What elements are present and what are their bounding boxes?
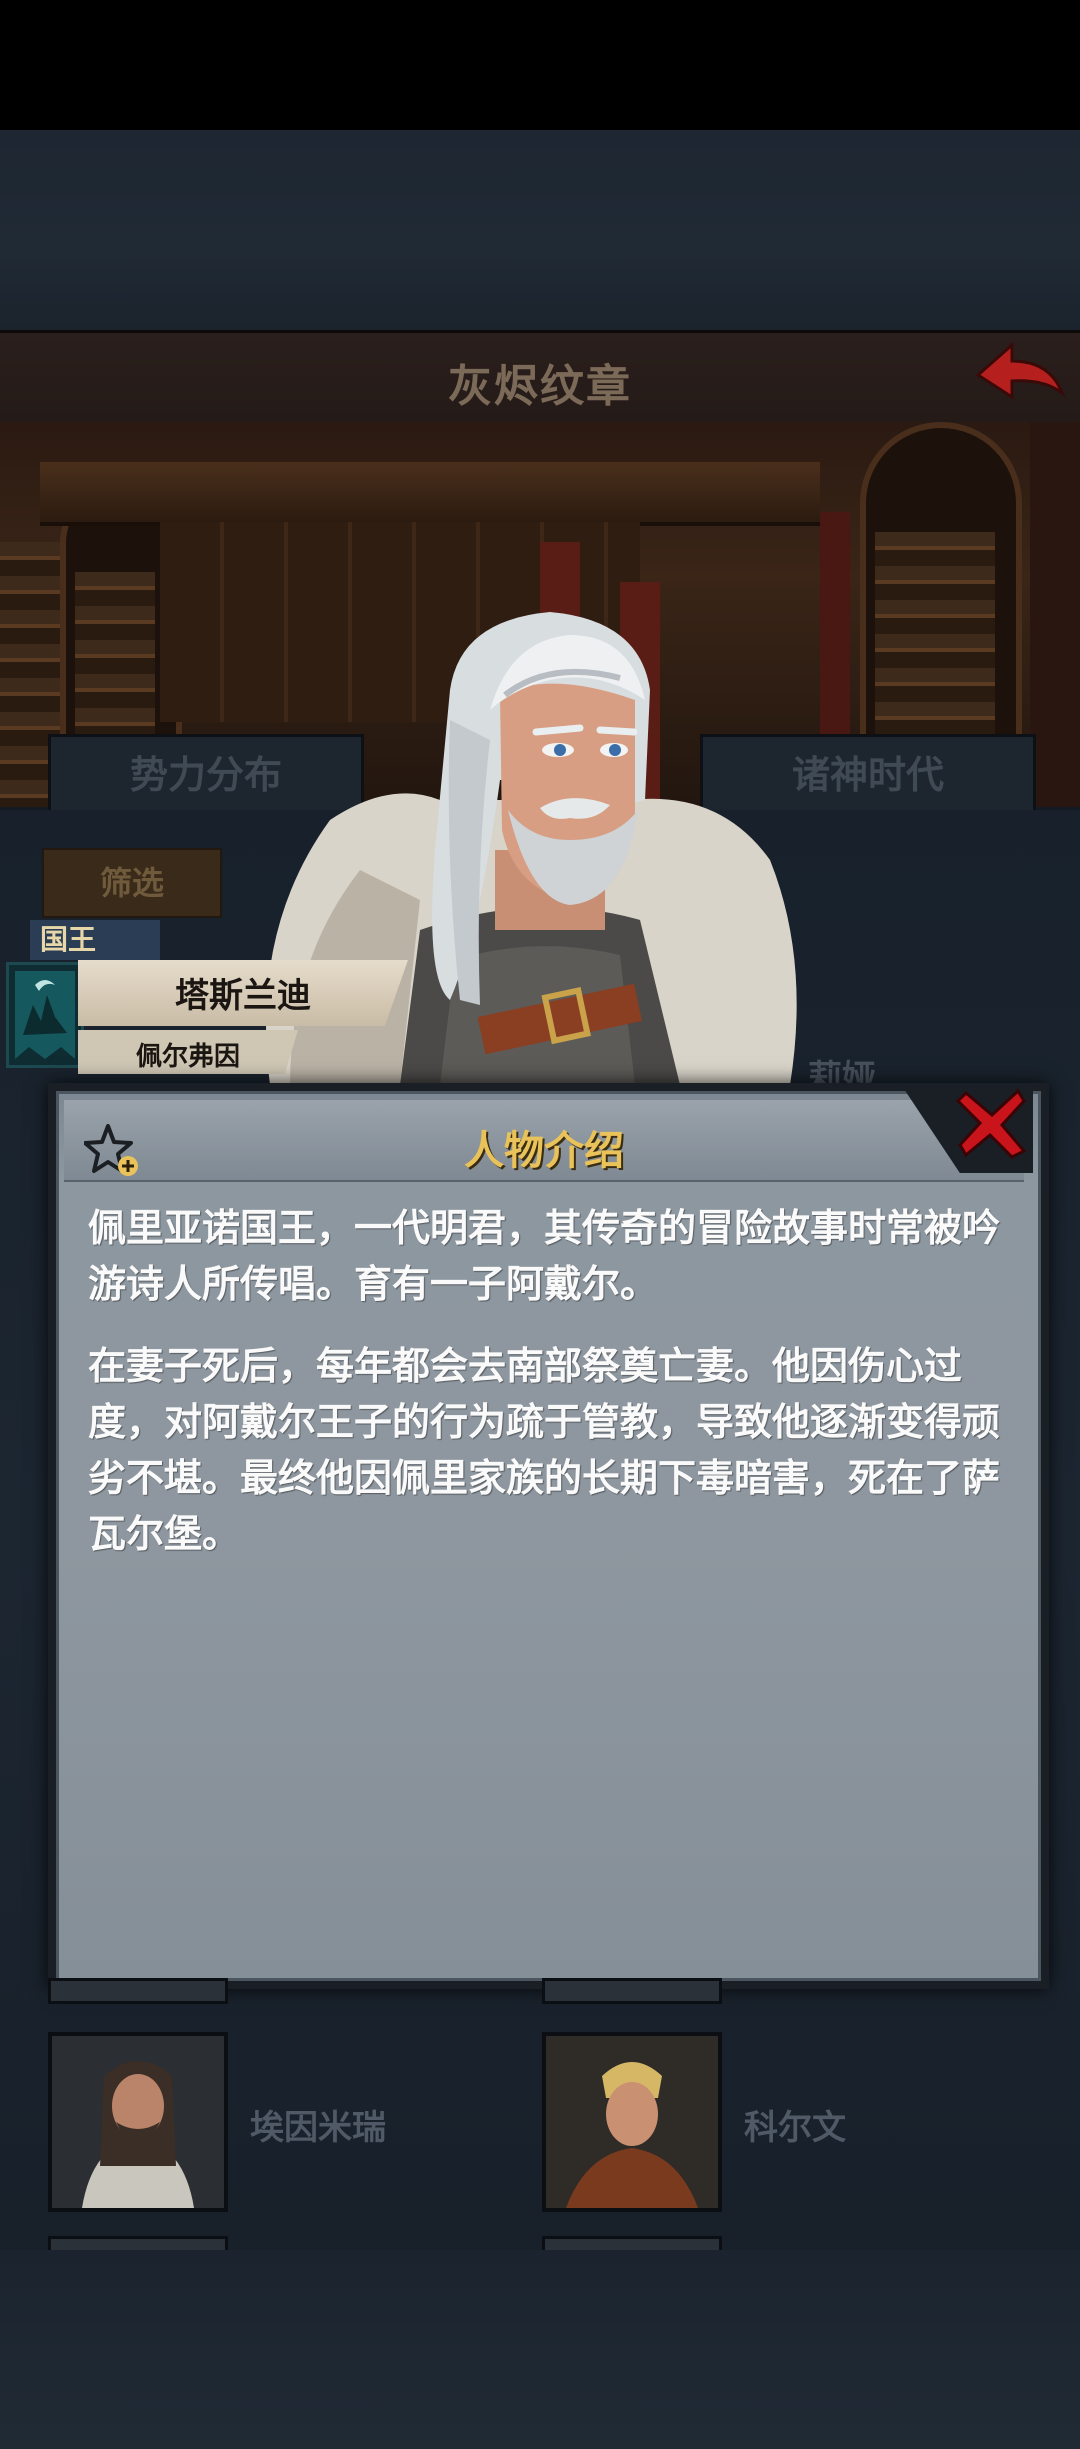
- character-name: 塔斯兰迪: [175, 976, 311, 1016]
- card-peek: [542, 1978, 722, 2004]
- close-button[interactable]: [952, 1083, 1032, 1163]
- list-item-name: 埃因米瑞: [250, 2108, 386, 2148]
- house-name: 佩尔弗因: [135, 1042, 240, 1072]
- status-bar-area: [0, 0, 1080, 130]
- card-peek: [48, 1978, 228, 2004]
- page-title: 灰烬纹章: [448, 361, 632, 412]
- list-item[interactable]: [542, 2032, 722, 2212]
- back-button[interactable]: [970, 335, 1070, 415]
- rank-label: 国王: [30, 920, 160, 960]
- character-thumb: [48, 2032, 228, 2212]
- bottom-background: [0, 2250, 1080, 2449]
- panel-title: 人物介绍: [464, 1128, 624, 1174]
- bio-paragraph: 在妻子死后，每年都会去南部祭奠亡妻。他因伤心过度，对阿戴尔王子的行为疏于管教，导…: [88, 1344, 1001, 1556]
- character-thumb: [542, 2032, 722, 2212]
- character-biography: 佩里亚诺国王，一代明君，其传奇的冒险故事时常被吟游诗人所传唱。育有一子阿戴尔。 …: [88, 1200, 1003, 1588]
- filter-button[interactable]: 筛选: [42, 848, 222, 918]
- bio-paragraph: 佩里亚诺国王，一代明君，其传奇的冒险故事时常被吟游诗人所传唱。育有一子阿戴尔。: [88, 1206, 1001, 1306]
- list-item[interactable]: [48, 2032, 228, 2212]
- close-x-icon: [955, 1088, 1027, 1159]
- list-item-name: 科尔文: [744, 2108, 846, 2148]
- house-banner-icon: [6, 962, 84, 1068]
- top-background: [0, 130, 1080, 330]
- back-arrow-icon: [975, 341, 1066, 400]
